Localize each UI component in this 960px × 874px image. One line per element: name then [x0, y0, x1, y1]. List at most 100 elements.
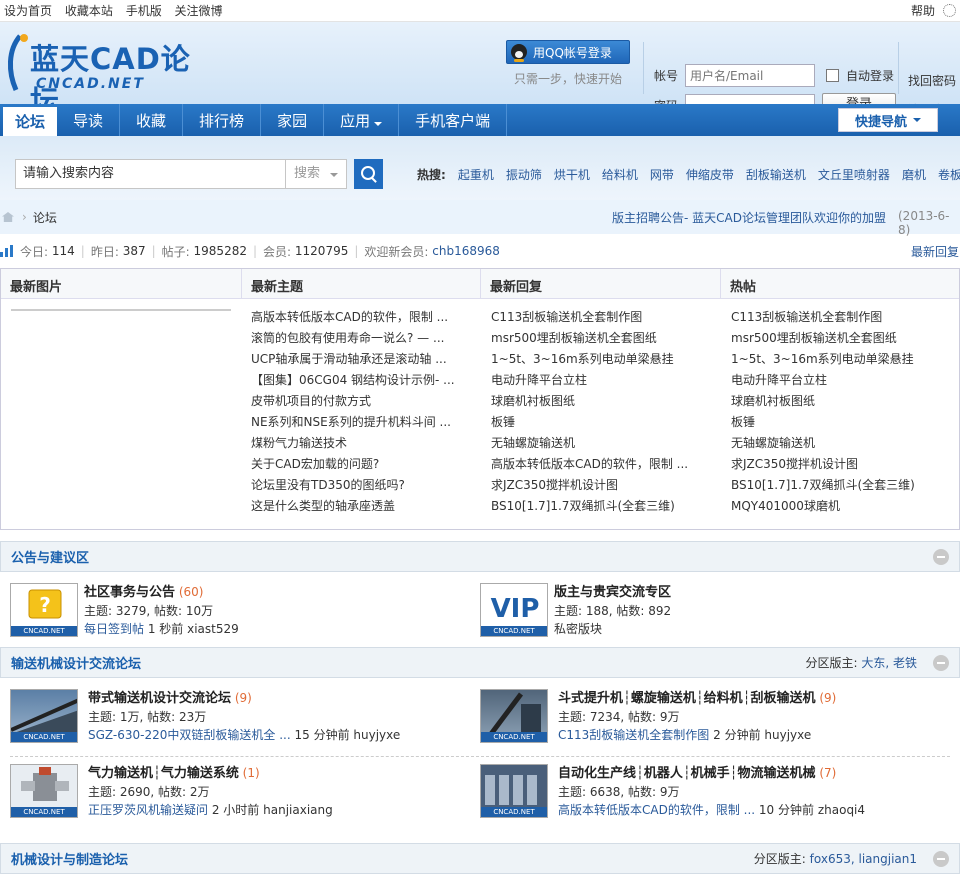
list-item[interactable]: 皮带机项目的付款方式 [251, 391, 473, 412]
nav-home[interactable]: 家园 [261, 104, 325, 136]
forum-icon[interactable]: CNCAD.NET [10, 764, 78, 818]
forum-name[interactable]: 社区事务与公告 [84, 585, 175, 600]
list-item[interactable]: msr500埋刮板输送机全套图纸 [731, 328, 953, 349]
forum-last-time: 1 秒前 [147, 622, 184, 636]
forum-name[interactable]: 气力输送机┆气力输送系统 [88, 766, 239, 781]
list-item[interactable]: BS10[1.7]1.7双绳抓斗(全套三维) [731, 475, 953, 496]
collapse-icon[interactable] [933, 654, 949, 671]
forum-last-user[interactable]: hanjiaxiang [263, 803, 333, 817]
hot-term[interactable]: 磨机 [902, 166, 926, 183]
list-item[interactable]: 电动升降平台立柱 [731, 370, 953, 391]
search-input[interactable]: 请输入搜索内容 [15, 159, 285, 189]
forum-last-user[interactable]: huyjyxe [353, 728, 400, 742]
auto-login-checkbox[interactable] [826, 69, 840, 82]
forum-icon[interactable]: CNCAD.NET [10, 689, 78, 743]
hot-term[interactable]: 伸缩皮带 [686, 166, 734, 183]
qq-login-button[interactable]: 用QQ帐号登录 [506, 40, 630, 64]
forum-row: CNCAD.NET 斗式提升机┆螺旋输送机┆给料机┆刮板输送机 (9) 主题: … [480, 689, 836, 744]
forum-last-post[interactable]: 高版本转低版本CAD的软件，限制 ... [558, 803, 755, 817]
accessibility-icon[interactable] [943, 4, 956, 17]
list-item[interactable]: msr500埋刮板输送机全套图纸 [491, 328, 713, 349]
forum-name[interactable]: 斗式提升机┆螺旋输送机┆给料机┆刮板输送机 [558, 691, 815, 706]
collapse-icon[interactable] [933, 850, 949, 867]
forum-last-user[interactable]: zhaoqi4 [818, 803, 865, 817]
forum-icon[interactable]: CNCAD.NET [480, 764, 548, 818]
forum-icon[interactable]: VIP CNCAD.NET [480, 583, 548, 637]
list-item[interactable]: 板锤 [731, 412, 953, 433]
forum-icon[interactable]: CNCAD.NET [480, 689, 548, 743]
nav-forum[interactable]: 论坛 [3, 107, 58, 136]
section-title[interactable]: 公告与建议区 [11, 547, 89, 566]
bookmark-link[interactable]: 收藏本站 [65, 4, 113, 18]
list-item[interactable]: C113刮板输送机全套制作图 [491, 307, 713, 328]
list-item[interactable]: MQY401000球磨机 [731, 496, 953, 517]
hot-term[interactable]: 振动筛 [506, 166, 542, 183]
list-item[interactable]: 滚筒的包胶有使用寿命一说么? — ... [251, 328, 473, 349]
forum-icon[interactable]: ? CNCAD.NET [10, 583, 78, 637]
hot-term[interactable]: 文丘里喷射器 [818, 166, 890, 183]
list-item[interactable]: UCP轴承属于滑动轴承还是滚动轴 ... [251, 349, 473, 370]
search-icon[interactable] [354, 159, 383, 189]
list-item[interactable]: 论坛里没有TD350的图纸吗? [251, 475, 473, 496]
nav-guide[interactable]: 导读 [57, 104, 121, 136]
find-password-link[interactable]: 找回密码 [908, 67, 956, 96]
list-item[interactable]: 电动升降平台立柱 [491, 370, 713, 391]
forum-last-post[interactable]: C113刮板输送机全套制作图 [558, 728, 709, 742]
moderators-links[interactable]: fox653, liangjian1 [810, 852, 917, 866]
list-item[interactable]: 这是什么类型的轴承座透盖 [251, 496, 473, 517]
hot-term[interactable]: 刮板输送机 [746, 166, 806, 183]
forum-name[interactable]: 带式输送机设计交流论坛 [88, 691, 231, 706]
list-item[interactable]: 无轴螺旋输送机 [731, 433, 953, 454]
forum-last-post[interactable]: SGZ-630-220中双链刮板输送机全 ... [88, 728, 291, 742]
list-item[interactable]: 无轴螺旋输送机 [491, 433, 713, 454]
site-logo[interactable]: 蓝天CAD论坛 CNCAD.NET [6, 30, 206, 118]
list-item[interactable]: 1~5t、3~16m系列电动单梁悬挂 [491, 349, 713, 370]
home-icon[interactable] [2, 212, 14, 222]
nav-apps[interactable]: 应用 [324, 104, 400, 136]
list-item[interactable]: 高版本转低版本CAD的软件，限制 ... [251, 307, 473, 328]
section-title[interactable]: 机械设计与制造论坛 [11, 849, 128, 868]
nav-mobile-client[interactable]: 手机客户端 [399, 104, 508, 136]
forum-last-user[interactable]: xiast529 [187, 622, 239, 636]
section-title[interactable]: 输送机械设计交流论坛 [11, 653, 141, 672]
list-item[interactable]: 煤粉气力输送技术 [251, 433, 473, 454]
breadcrumb-current[interactable]: 论坛 [33, 209, 57, 226]
forum-name[interactable]: 版主与贵宾交流专区 [554, 585, 671, 600]
hot-term[interactable]: 网带 [650, 166, 674, 183]
set-homepage-link[interactable]: 设为首页 [4, 4, 52, 18]
announcement-link[interactable]: 版主招聘公告- 蓝天CAD论坛管理团队欢迎你的加盟 [612, 209, 886, 226]
help-link[interactable]: 帮助 [911, 2, 935, 19]
list-item[interactable]: 板锤 [491, 412, 713, 433]
search-type-select[interactable]: 搜索 [285, 159, 347, 189]
list-item[interactable]: 【图集】06CG04 钢结构设计示例- ... [251, 370, 473, 391]
collapse-icon[interactable] [933, 548, 949, 565]
list-item[interactable]: 1~5t、3~16m系列电动单梁悬挂 [731, 349, 953, 370]
list-item[interactable]: 关于CAD宏加载的问题? [251, 454, 473, 475]
mobile-link[interactable]: 手机版 [126, 4, 162, 18]
moderators-links[interactable]: 大东, 老铁 [861, 656, 917, 670]
list-item[interactable]: 求JZC350搅拌机设计图 [491, 475, 713, 496]
hot-term[interactable]: 给料机 [602, 166, 638, 183]
list-item[interactable]: C113刮板输送机全套制作图 [731, 307, 953, 328]
list-item[interactable]: 高版本转低版本CAD的软件，限制 ... [491, 454, 713, 475]
hot-term[interactable]: 起重机 [458, 166, 494, 183]
forum-last-user[interactable]: huyjyxe [764, 728, 811, 742]
list-item[interactable]: NE系列和NSE系列的提升机料斗间 ... [251, 412, 473, 433]
hot-term[interactable]: 卷板机 [938, 166, 960, 183]
hot-term[interactable]: 烘干机 [554, 166, 590, 183]
account-input[interactable] [685, 64, 816, 87]
forum-name[interactable]: 自动化生产线┆机器人┆机械手┆物流输送机械 [558, 766, 815, 781]
weibo-link[interactable]: 关注微博 [175, 4, 223, 18]
list-item[interactable]: BS10[1.7]1.7双绳抓斗(全套三维) [491, 496, 713, 517]
latest-reply-link[interactable]: 最新回复 [911, 243, 959, 260]
forum-last-post[interactable]: 正压罗茨风机输送疑问 [88, 803, 208, 817]
nav-ranking[interactable]: 排行榜 [183, 104, 262, 136]
forum-last-post[interactable]: 每日签到帖 [84, 622, 144, 636]
nav-favorites[interactable]: 收藏 [120, 104, 184, 136]
quick-nav-button[interactable]: 快捷导航 [838, 108, 938, 132]
list-item[interactable]: 球磨机衬板图纸 [731, 391, 953, 412]
newest-member-link[interactable]: chb168968 [432, 244, 500, 258]
yesterday-label: 昨日: [90, 244, 119, 259]
list-item[interactable]: 求JZC350搅拌机设计图 [731, 454, 953, 475]
list-item[interactable]: 球磨机衬板图纸 [491, 391, 713, 412]
